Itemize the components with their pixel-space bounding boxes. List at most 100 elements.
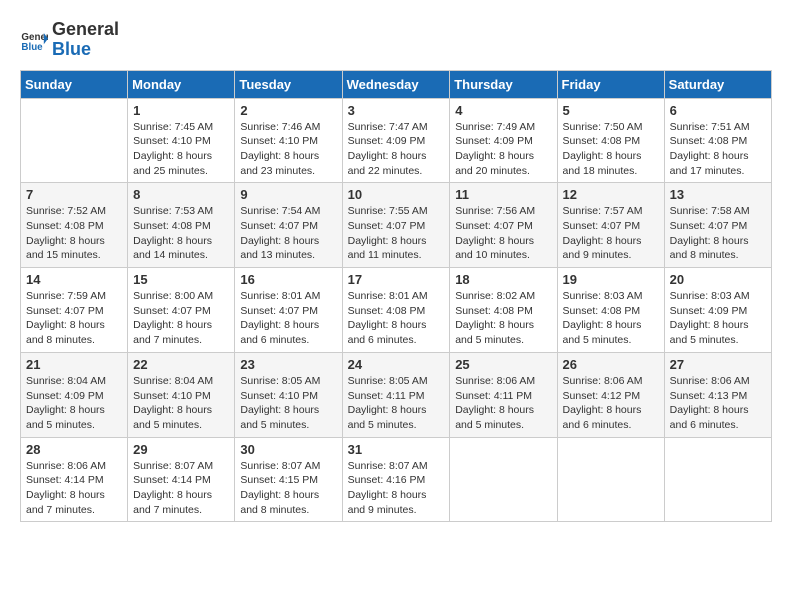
day-info: Sunrise: 8:02 AMSunset: 4:08 PMDaylight:… bbox=[455, 289, 551, 348]
day-number: 12 bbox=[563, 187, 659, 202]
calendar-cell: 14Sunrise: 7:59 AMSunset: 4:07 PMDayligh… bbox=[21, 268, 128, 353]
day-info: Sunrise: 8:06 AMSunset: 4:13 PMDaylight:… bbox=[670, 374, 766, 433]
day-info: Sunrise: 8:05 AMSunset: 4:11 PMDaylight:… bbox=[348, 374, 445, 433]
day-number: 2 bbox=[240, 103, 336, 118]
calendar-cell: 17 Sunrise: 8:01 AMSunset: 4:08 PMDayligh… bbox=[342, 268, 450, 353]
day-info: Sunrise: 7:56 AMSunset: 4:07 PMDaylight:… bbox=[455, 204, 551, 263]
day-info: Sunrise: 8:00 AMSunset: 4:07 PMDaylight:… bbox=[133, 289, 229, 348]
calendar-cell: 5 Sunrise: 7:50 AMSunset: 4:08 PMDaylight… bbox=[557, 98, 664, 183]
week-row-3: 21 Sunrise: 8:04 AMSunset: 4:09 PMDayligh… bbox=[21, 352, 772, 437]
header-day-thursday: Thursday bbox=[450, 70, 557, 98]
day-info: Sunrise: 8:03 AMSunset: 4:09 PMDaylight:… bbox=[670, 289, 766, 348]
day-number: 1 bbox=[133, 103, 229, 118]
day-info: Sunrise: 8:04 AMSunset: 4:09 PMDaylight:… bbox=[26, 374, 122, 433]
header-day-sunday: Sunday bbox=[21, 70, 128, 98]
week-row-0: 1 Sunrise: 7:45 AMSunset: 4:10 PMDaylight… bbox=[21, 98, 772, 183]
day-info: Sunrise: 7:53 AMSunset: 4:08 PMDaylight:… bbox=[133, 204, 229, 263]
week-row-1: 7 Sunrise: 7:52 AMSunset: 4:08 PMDaylight… bbox=[21, 183, 772, 268]
calendar-cell: 22 Sunrise: 8:04 AMSunset: 4:10 PMDayligh… bbox=[128, 352, 235, 437]
calendar-body: 1 Sunrise: 7:45 AMSunset: 4:10 PMDaylight… bbox=[21, 98, 772, 522]
calendar-cell: 9 Sunrise: 7:54 AMSunset: 4:07 PMDaylight… bbox=[235, 183, 342, 268]
calendar-cell: 1 Sunrise: 7:45 AMSunset: 4:10 PMDaylight… bbox=[128, 98, 235, 183]
calendar-cell: 25Sunrise: 8:06 AMSunset: 4:11 PMDayligh… bbox=[450, 352, 557, 437]
day-number: 24 bbox=[348, 357, 445, 372]
day-info: Sunrise: 7:52 AMSunset: 4:08 PMDaylight:… bbox=[26, 204, 122, 263]
day-number: 18 bbox=[455, 272, 551, 287]
day-number: 20 bbox=[670, 272, 766, 287]
header-day-friday: Friday bbox=[557, 70, 664, 98]
day-number: 16 bbox=[240, 272, 336, 287]
day-number: 7 bbox=[26, 187, 122, 202]
day-number: 8 bbox=[133, 187, 229, 202]
day-info: Sunrise: 7:49 AMSunset: 4:09 PMDaylight:… bbox=[455, 120, 551, 179]
calendar-header: SundayMondayTuesdayWednesdayThursdayFrid… bbox=[21, 70, 772, 98]
day-number: 6 bbox=[670, 103, 766, 118]
day-number: 15 bbox=[133, 272, 229, 287]
day-info: Sunrise: 7:47 AMSunset: 4:09 PMDaylight:… bbox=[348, 120, 445, 179]
day-number: 4 bbox=[455, 103, 551, 118]
calendar-cell: 27Sunrise: 8:06 AMSunset: 4:13 PMDayligh… bbox=[664, 352, 771, 437]
calendar-table: SundayMondayTuesdayWednesdayThursdayFrid… bbox=[20, 70, 772, 523]
day-info: Sunrise: 7:50 AMSunset: 4:08 PMDaylight:… bbox=[563, 120, 659, 179]
day-info: Sunrise: 8:06 AMSunset: 4:12 PMDaylight:… bbox=[563, 374, 659, 433]
calendar-cell: 19 Sunrise: 8:03 AMSunset: 4:08 PMDayligh… bbox=[557, 268, 664, 353]
calendar-cell: 29Sunrise: 8:07 AMSunset: 4:14 PMDayligh… bbox=[128, 437, 235, 522]
calendar-cell: 2 Sunrise: 7:46 AMSunset: 4:10 PMDaylight… bbox=[235, 98, 342, 183]
calendar-cell: 18 Sunrise: 8:02 AMSunset: 4:08 PMDayligh… bbox=[450, 268, 557, 353]
week-row-4: 28Sunrise: 8:06 AMSunset: 4:14 PMDayligh… bbox=[21, 437, 772, 522]
day-info: Sunrise: 7:46 AMSunset: 4:10 PMDaylight:… bbox=[240, 120, 336, 179]
day-info: Sunrise: 8:04 AMSunset: 4:10 PMDaylight:… bbox=[133, 374, 229, 433]
svg-text:Blue: Blue bbox=[21, 42, 43, 53]
calendar-cell: 7 Sunrise: 7:52 AMSunset: 4:08 PMDaylight… bbox=[21, 183, 128, 268]
day-number: 31 bbox=[348, 442, 445, 457]
day-info: Sunrise: 7:54 AMSunset: 4:07 PMDaylight:… bbox=[240, 204, 336, 263]
header-day-wednesday: Wednesday bbox=[342, 70, 450, 98]
day-info: Sunrise: 7:58 AMSunset: 4:07 PMDaylight:… bbox=[670, 204, 766, 263]
page-header: General Blue General Blue bbox=[20, 20, 772, 60]
calendar-cell: 21 Sunrise: 8:04 AMSunset: 4:09 PMDayligh… bbox=[21, 352, 128, 437]
calendar-cell: 6 Sunrise: 7:51 AMSunset: 4:08 PMDaylight… bbox=[664, 98, 771, 183]
day-number: 28 bbox=[26, 442, 122, 457]
day-number: 5 bbox=[563, 103, 659, 118]
day-info: Sunrise: 8:07 AMSunset: 4:14 PMDaylight:… bbox=[133, 459, 229, 518]
header-row: SundayMondayTuesdayWednesdayThursdayFrid… bbox=[21, 70, 772, 98]
calendar-cell: 15 Sunrise: 8:00 AMSunset: 4:07 PMDayligh… bbox=[128, 268, 235, 353]
calendar-cell: 3 Sunrise: 7:47 AMSunset: 4:09 PMDaylight… bbox=[342, 98, 450, 183]
day-info: Sunrise: 8:06 AMSunset: 4:11 PMDaylight:… bbox=[455, 374, 551, 433]
calendar-cell: 13 Sunrise: 7:58 AMSunset: 4:07 PMDayligh… bbox=[664, 183, 771, 268]
day-number: 26 bbox=[563, 357, 659, 372]
logo-icon: General Blue bbox=[20, 26, 48, 54]
logo-text: General Blue bbox=[52, 20, 119, 60]
calendar-cell: 12 Sunrise: 7:57 AMSunset: 4:07 PMDayligh… bbox=[557, 183, 664, 268]
day-number: 3 bbox=[348, 103, 445, 118]
day-number: 23 bbox=[240, 357, 336, 372]
calendar-cell: 11 Sunrise: 7:56 AMSunset: 4:07 PMDayligh… bbox=[450, 183, 557, 268]
calendar-cell: 24 Sunrise: 8:05 AMSunset: 4:11 PMDayligh… bbox=[342, 352, 450, 437]
header-day-tuesday: Tuesday bbox=[235, 70, 342, 98]
day-number: 22 bbox=[133, 357, 229, 372]
day-number: 10 bbox=[348, 187, 445, 202]
day-number: 13 bbox=[670, 187, 766, 202]
day-number: 14 bbox=[26, 272, 122, 287]
day-info: Sunrise: 7:45 AMSunset: 4:10 PMDaylight:… bbox=[133, 120, 229, 179]
week-row-2: 14Sunrise: 7:59 AMSunset: 4:07 PMDayligh… bbox=[21, 268, 772, 353]
day-number: 19 bbox=[563, 272, 659, 287]
header-day-saturday: Saturday bbox=[664, 70, 771, 98]
calendar-cell bbox=[664, 437, 771, 522]
header-day-monday: Monday bbox=[128, 70, 235, 98]
day-number: 11 bbox=[455, 187, 551, 202]
day-info: Sunrise: 8:01 AMSunset: 4:08 PMDaylight:… bbox=[348, 289, 445, 348]
day-number: 21 bbox=[26, 357, 122, 372]
day-info: Sunrise: 8:05 AMSunset: 4:10 PMDaylight:… bbox=[240, 374, 336, 433]
day-info: Sunrise: 7:55 AMSunset: 4:07 PMDaylight:… bbox=[348, 204, 445, 263]
calendar-cell: 8 Sunrise: 7:53 AMSunset: 4:08 PMDaylight… bbox=[128, 183, 235, 268]
calendar-cell: 10 Sunrise: 7:55 AMSunset: 4:07 PMDayligh… bbox=[342, 183, 450, 268]
day-number: 17 bbox=[348, 272, 445, 287]
day-info: Sunrise: 8:07 AMSunset: 4:15 PMDaylight:… bbox=[240, 459, 336, 518]
day-info: Sunrise: 8:01 AMSunset: 4:07 PMDaylight:… bbox=[240, 289, 336, 348]
day-number: 9 bbox=[240, 187, 336, 202]
day-info: Sunrise: 7:57 AMSunset: 4:07 PMDaylight:… bbox=[563, 204, 659, 263]
calendar-cell bbox=[450, 437, 557, 522]
day-info: Sunrise: 8:03 AMSunset: 4:08 PMDaylight:… bbox=[563, 289, 659, 348]
day-info: Sunrise: 7:51 AMSunset: 4:08 PMDaylight:… bbox=[670, 120, 766, 179]
